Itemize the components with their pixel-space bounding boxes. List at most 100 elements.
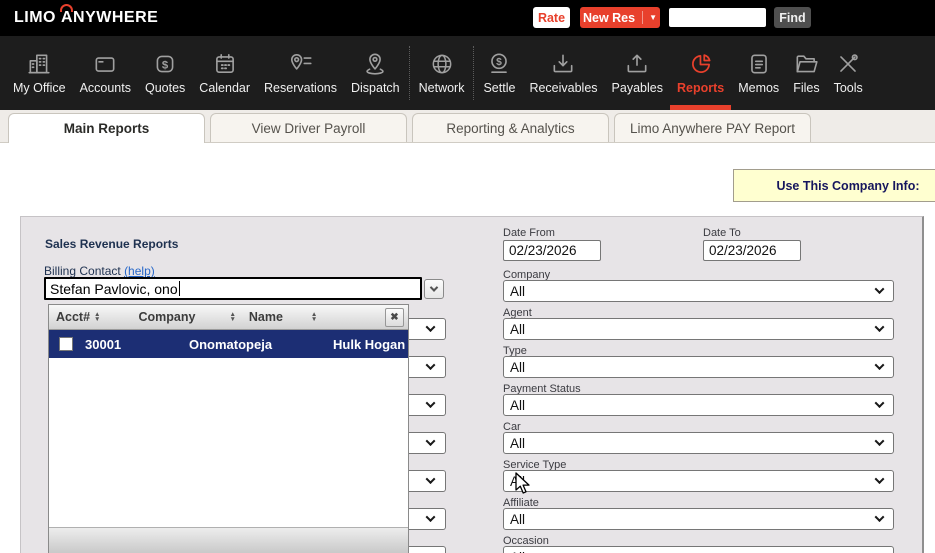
chevron-down-icon [875, 322, 885, 332]
hidden-filter-select[interactable] [406, 546, 446, 553]
office-building-icon [26, 51, 52, 77]
close-dropdown-button[interactable]: ✖ [385, 308, 404, 327]
nav-item-tools[interactable]: Tools [827, 36, 870, 110]
company-select[interactable]: All [503, 280, 894, 302]
nav-item-dispatch[interactable]: Dispatch [344, 36, 407, 110]
logo-arc-icon [60, 4, 73, 12]
column-header-name[interactable]: Name [249, 310, 283, 324]
use-company-info-notice[interactable]: Use This Company Info: [733, 169, 935, 202]
logo-text-anywhere: NYWHERE [73, 9, 158, 26]
tools-icon [835, 51, 861, 77]
chevron-down-icon [426, 436, 436, 446]
account-result-row[interactable]: 30001 Onomatopeja Hulk Hogan [49, 330, 408, 358]
nav-label: Network [419, 81, 465, 95]
nav-separator [473, 46, 474, 100]
row-checkbox[interactable] [59, 337, 73, 351]
nav-item-network[interactable]: Network [412, 36, 472, 110]
svg-text:$: $ [162, 59, 169, 71]
nav-item-receivables[interactable]: Receivables [522, 36, 604, 110]
service-type-select[interactable]: All [503, 470, 894, 492]
chevron-down-icon [426, 360, 436, 370]
affiliate-select[interactable]: All [503, 508, 894, 530]
tab-view-driver-payroll[interactable]: View Driver Payroll [210, 113, 407, 142]
sort-icon[interactable]: ▲▼ [229, 312, 235, 322]
occasion-select[interactable]: All [503, 546, 894, 553]
billing-contact-input[interactable]: Stefan Pavlovic, ono [44, 277, 422, 300]
account-search-dropdown: Acct# ▲▼ Company ▲▼ Name ▲▼ ✖ 30001 Onom… [48, 304, 409, 553]
date-to-input[interactable]: 02/23/2026 [703, 240, 801, 261]
logo-arc-a: A [61, 9, 73, 27]
new-res-button[interactable]: New Res ▼ [580, 7, 660, 28]
chevron-down-icon [875, 284, 885, 294]
type-select[interactable]: All [503, 356, 894, 378]
sort-icon[interactable]: ▲▼ [311, 312, 317, 322]
nav-item-files[interactable]: Files [786, 36, 826, 110]
newres-caret-down-icon[interactable]: ▼ [649, 14, 657, 22]
hidden-filter-select[interactable] [406, 318, 446, 340]
nav-label: Memos [738, 81, 779, 95]
chevron-down-icon [875, 360, 885, 370]
globe-icon [429, 51, 455, 77]
tray-up-icon [624, 51, 650, 77]
hidden-filter-select[interactable] [406, 470, 446, 492]
nav-item-settle[interactable]: $ Settle [476, 36, 522, 110]
panel-heading: Sales Revenue Reports [45, 237, 178, 251]
nav-item-memos[interactable]: Memos [731, 36, 786, 110]
nav-item-payables[interactable]: Payables [605, 36, 670, 110]
nav-item-reports[interactable]: Reports [670, 36, 731, 110]
dollar-square-icon: $ [152, 51, 178, 77]
nav-item-quotes[interactable]: $ Quotes [138, 36, 192, 110]
date-from-input[interactable]: 02/23/2026 [503, 240, 601, 261]
pin-list-icon [288, 51, 314, 77]
chevron-down-icon [426, 322, 436, 332]
chevron-down-icon [430, 283, 438, 291]
date-from-label: Date From [503, 227, 555, 239]
chevron-down-icon [875, 512, 885, 522]
nav-item-accounts[interactable]: Accounts [73, 36, 138, 110]
hidden-filter-select[interactable] [406, 432, 446, 454]
billing-contact-help-link[interactable]: (help) [124, 264, 155, 278]
dollar-circle-icon: $ [486, 51, 512, 77]
car-select[interactable]: All [503, 432, 894, 454]
column-header-company[interactable]: Company [138, 310, 195, 324]
chevron-down-icon [875, 474, 885, 484]
nav-label: Files [793, 81, 819, 95]
date-to-label: Date To [703, 227, 741, 239]
svg-text:$: $ [497, 57, 503, 68]
rate-button[interactable]: Rate [533, 7, 570, 28]
chevron-down-icon [426, 512, 436, 522]
hidden-filter-select[interactable] [406, 394, 446, 416]
global-search-input[interactable] [669, 8, 766, 27]
billing-contact-value: Stefan Pavlovic, ono [50, 281, 178, 297]
nav-label: Payables [612, 81, 663, 95]
find-button[interactable]: Find [774, 7, 811, 28]
account-dropdown-empty-area [49, 358, 408, 527]
chevron-down-icon [875, 436, 885, 446]
hidden-filter-select[interactable] [406, 356, 446, 378]
agent-select[interactable]: All [503, 318, 894, 340]
sales-revenue-report-panel: Sales Revenue Reports Billing Contact (h… [20, 216, 924, 553]
nav-item-my-office[interactable]: My Office [6, 36, 73, 110]
hidden-filter-select[interactable] [406, 508, 446, 530]
nav-label: Calendar [199, 81, 250, 95]
column-header-acct[interactable]: Acct# [56, 310, 90, 324]
nav-item-reservations[interactable]: Reservations [257, 36, 344, 110]
chevron-down-icon [426, 474, 436, 484]
tab-reporting-analytics[interactable]: Reporting & Analytics [412, 113, 609, 142]
nav-label: Accounts [80, 81, 131, 95]
tab-main-reports[interactable]: Main Reports [8, 113, 205, 143]
nav-label: Reservations [264, 81, 337, 95]
account-dropdown-header: Acct# ▲▼ Company ▲▼ Name ▲▼ ✖ [49, 305, 408, 330]
nav-label: Tools [834, 81, 863, 95]
tab-limo-anywhere-pay-report[interactable]: Limo Anywhere PAY Report [614, 113, 811, 142]
billing-contact-expand-button[interactable] [424, 279, 444, 299]
payment-status-select[interactable]: All [503, 394, 894, 416]
close-icon: ✖ [390, 312, 398, 323]
note-icon [746, 51, 772, 77]
nav-item-calendar[interactable]: Calendar [192, 36, 257, 110]
chevron-down-icon [426, 398, 436, 408]
calendar-icon [212, 51, 238, 77]
pie-chart-icon [688, 51, 714, 77]
chevron-down-icon [875, 398, 885, 408]
sort-icon[interactable]: ▲▼ [94, 312, 100, 322]
